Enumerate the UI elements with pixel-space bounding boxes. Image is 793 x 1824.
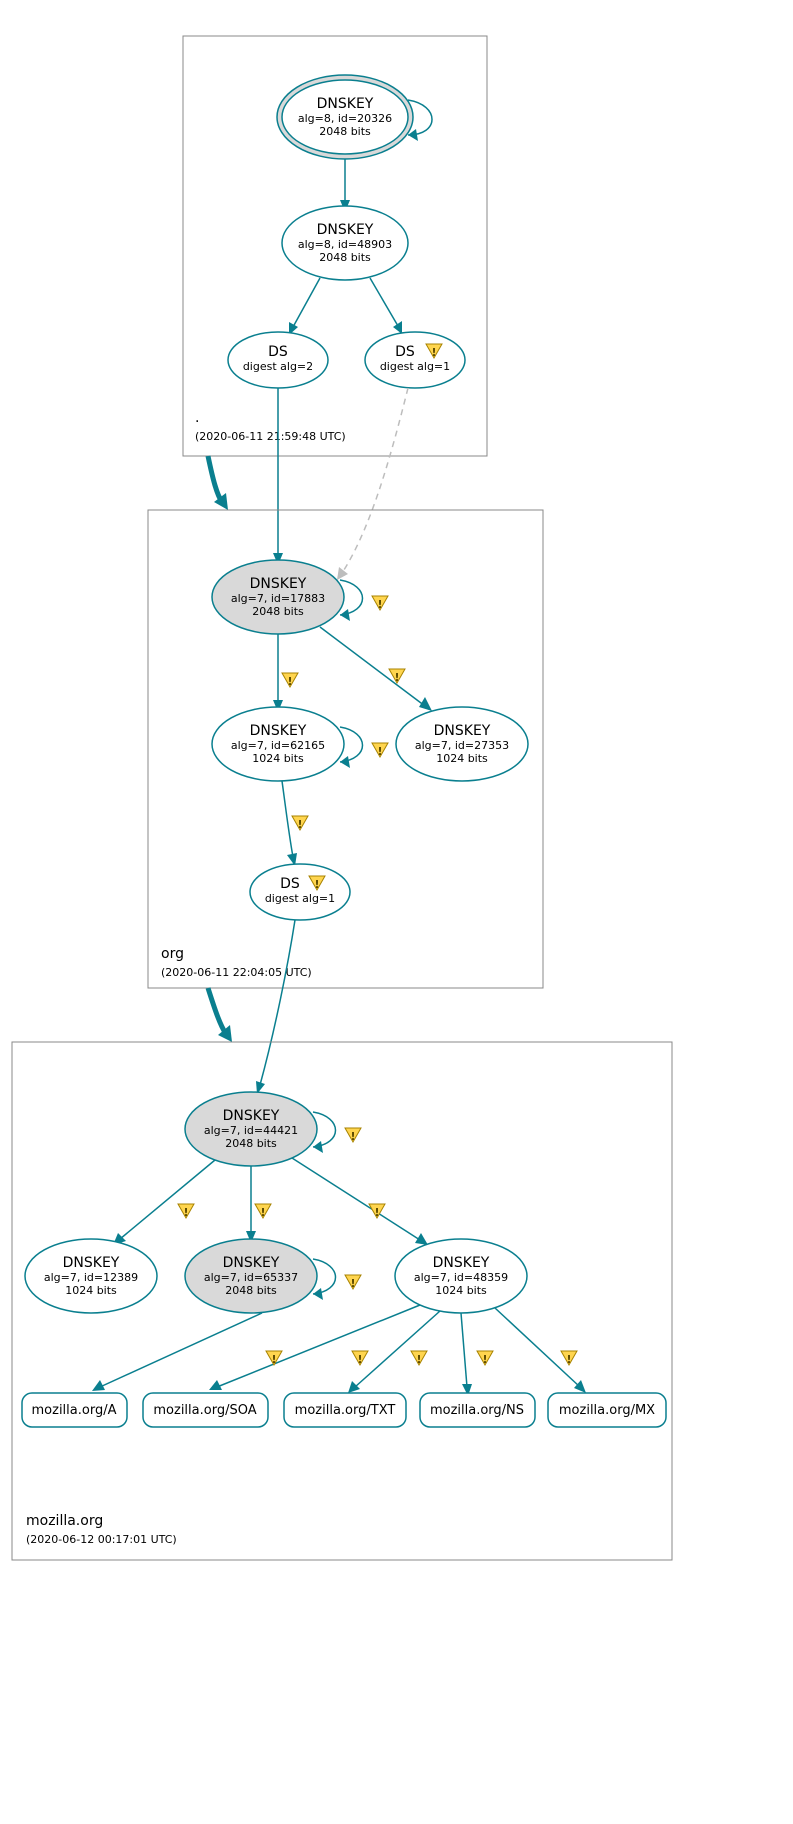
svg-text:DNSKEY: DNSKEY: [433, 1255, 490, 1271]
svg-text:2048 bits: 2048 bits: [319, 125, 371, 138]
svg-text:mozilla.org/NS: mozilla.org/NS: [430, 1403, 524, 1418]
svg-text:mozilla.org/SOA: mozilla.org/SOA: [153, 1403, 256, 1418]
zone-org-time: (2020-06-11 22:04:05 UTC): [161, 966, 312, 979]
svg-text:1024 bits: 1024 bits: [252, 752, 304, 765]
svg-text:!: !: [394, 671, 399, 684]
svg-text:alg=7, id=62165: alg=7, id=62165: [231, 739, 325, 752]
zone-root-time: (2020-06-11 21:59:48 UTC): [195, 430, 346, 443]
svg-text:!: !: [314, 878, 319, 891]
warning-icon: !: [345, 1128, 361, 1143]
svg-text:2048 bits: 2048 bits: [319, 251, 371, 264]
node-root-zsk: DNSKEY alg=8, id=48903 2048 bits: [282, 206, 408, 280]
warning-icon: !: [372, 596, 388, 611]
zone-root-label: .: [195, 410, 199, 426]
rr-a: mozilla.org/A: [22, 1393, 127, 1427]
svg-text:DNSKEY: DNSKEY: [317, 222, 374, 238]
rr-ns: mozilla.org/NS: [420, 1393, 535, 1427]
node-org-ksk: DNSKEY alg=7, id=17883 2048 bits: [212, 560, 344, 634]
warning-icon: !: [266, 1351, 282, 1366]
svg-text:!: !: [374, 1206, 379, 1219]
svg-text:alg=7, id=12389: alg=7, id=12389: [44, 1271, 138, 1284]
rr-mx: mozilla.org/MX: [548, 1393, 666, 1427]
node-moz-ksk: DNSKEY alg=7, id=44421 2048 bits: [185, 1092, 317, 1166]
svg-text:!: !: [566, 1353, 571, 1366]
warning-icon: !: [352, 1351, 368, 1366]
node-moz-k4: DNSKEY alg=7, id=48359 1024 bits: [395, 1239, 527, 1313]
warning-icon: !: [345, 1275, 361, 1290]
svg-text:!: !: [271, 1353, 276, 1366]
svg-text:!: !: [431, 346, 436, 359]
warning-icon: !: [389, 669, 405, 684]
svg-text:alg=8, id=20326: alg=8, id=20326: [298, 112, 392, 125]
svg-text:2048 bits: 2048 bits: [225, 1284, 277, 1297]
warning-icon: !: [411, 1351, 427, 1366]
svg-text:digest alg=1: digest alg=1: [380, 360, 450, 373]
svg-text:1024 bits: 1024 bits: [435, 1284, 487, 1297]
svg-text:!: !: [183, 1206, 188, 1219]
svg-text:digest alg=1: digest alg=1: [265, 892, 335, 905]
svg-text:!: !: [260, 1206, 265, 1219]
svg-text:!: !: [350, 1277, 355, 1290]
svg-text:!: !: [482, 1353, 487, 1366]
node-root-ksk: DNSKEY alg=8, id=20326 2048 bits: [277, 75, 413, 159]
zone-org-label: org: [161, 946, 184, 962]
node-moz-k2: DNSKEY alg=7, id=12389 1024 bits: [25, 1239, 157, 1313]
node-root-ds2: DS digest alg=2: [228, 332, 328, 388]
warning-icon: !: [255, 1204, 271, 1219]
node-org-zsk1: DNSKEY alg=7, id=62165 1024 bits: [212, 707, 344, 781]
svg-text:!: !: [350, 1130, 355, 1143]
svg-text:!: !: [377, 598, 382, 611]
svg-text:mozilla.org/MX: mozilla.org/MX: [559, 1403, 655, 1418]
svg-text:alg=8, id=48903: alg=8, id=48903: [298, 238, 392, 251]
rr-soa: mozilla.org/SOA: [143, 1393, 268, 1427]
svg-text:mozilla.org/A: mozilla.org/A: [32, 1403, 117, 1418]
zone-root: . (2020-06-11 21:59:48 UTC) DNSKEY alg=8…: [183, 36, 487, 456]
svg-text:!: !: [297, 818, 302, 831]
rr-txt: mozilla.org/TXT: [284, 1393, 406, 1427]
svg-text:1024 bits: 1024 bits: [436, 752, 488, 765]
warning-icon: !: [477, 1351, 493, 1366]
svg-text:alg=7, id=44421: alg=7, id=44421: [204, 1124, 298, 1137]
svg-text:DNSKEY: DNSKEY: [223, 1255, 280, 1271]
warning-icon: !: [282, 673, 298, 688]
svg-text:DNSKEY: DNSKEY: [250, 576, 307, 592]
svg-text:DS: DS: [395, 344, 415, 360]
svg-text:alg=7, id=17883: alg=7, id=17883: [231, 592, 325, 605]
zone-moz-label: mozilla.org: [26, 1513, 103, 1529]
svg-text:DS: DS: [268, 344, 288, 360]
svg-text:DNSKEY: DNSKEY: [250, 723, 307, 739]
zone-moz: mozilla.org (2020-06-12 00:17:01 UTC) DN…: [12, 1042, 672, 1560]
svg-text:DNSKEY: DNSKEY: [434, 723, 491, 739]
svg-text:DNSKEY: DNSKEY: [223, 1108, 280, 1124]
svg-text:!: !: [416, 1353, 421, 1366]
node-root-ds1: DS digest alg=1 !: [365, 332, 465, 388]
warning-icon: !: [561, 1351, 577, 1366]
node-org-zsk2: DNSKEY alg=7, id=27353 1024 bits: [396, 707, 528, 781]
warning-icon: !: [292, 816, 308, 831]
svg-text:alg=7, id=65337: alg=7, id=65337: [204, 1271, 298, 1284]
svg-text:mozilla.org/TXT: mozilla.org/TXT: [295, 1403, 396, 1418]
node-org-ds: DS digest alg=1 !: [250, 864, 350, 920]
svg-text:1024 bits: 1024 bits: [65, 1284, 117, 1297]
svg-text:!: !: [377, 745, 382, 758]
warning-icon: !: [372, 743, 388, 758]
svg-text:DS: DS: [280, 876, 300, 892]
zone-moz-time: (2020-06-12 00:17:01 UTC): [26, 1533, 177, 1546]
svg-text:alg=7, id=27353: alg=7, id=27353: [415, 739, 509, 752]
svg-text:2048 bits: 2048 bits: [225, 1137, 277, 1150]
svg-text:digest alg=2: digest alg=2: [243, 360, 313, 373]
svg-text:DNSKEY: DNSKEY: [63, 1255, 120, 1271]
svg-text:alg=7, id=48359: alg=7, id=48359: [414, 1271, 508, 1284]
zone-org: org (2020-06-11 22:04:05 UTC) DNSKEY alg…: [148, 510, 543, 988]
svg-text:2048 bits: 2048 bits: [252, 605, 304, 618]
svg-text:DNSKEY: DNSKEY: [317, 96, 374, 112]
warning-icon: !: [178, 1204, 194, 1219]
svg-text:!: !: [357, 1353, 362, 1366]
svg-text:!: !: [287, 675, 292, 688]
dnssec-diagram: . (2020-06-11 21:59:48 UTC) DNSKEY alg=8…: [0, 0, 793, 1824]
node-moz-k3: DNSKEY alg=7, id=65337 2048 bits: [185, 1239, 317, 1313]
